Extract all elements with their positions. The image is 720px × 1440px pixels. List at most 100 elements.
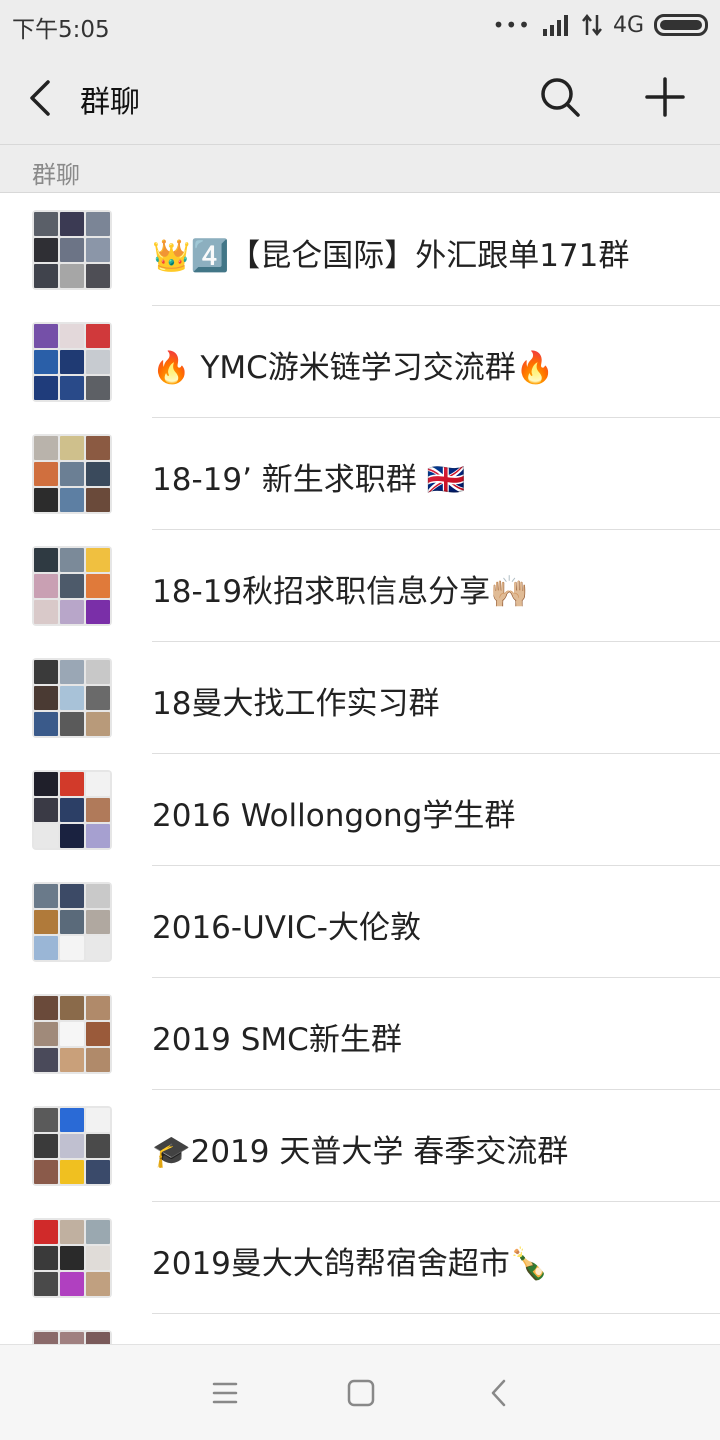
member-avatar-tile [86, 1246, 110, 1270]
group-list-item[interactable]: 🔥 YMC游米链学习交流群🔥 [0, 306, 720, 418]
plus-icon[interactable] [643, 75, 687, 119]
member-avatar-tile [86, 238, 110, 262]
group-name: 2016-UVIC-大伦敦 [152, 910, 421, 946]
member-avatar-tile [60, 910, 84, 934]
group-avatar [32, 1218, 112, 1298]
search-icon[interactable] [538, 75, 582, 119]
member-avatar-tile [60, 1332, 84, 1344]
member-avatar-tile [86, 574, 110, 598]
member-avatar-tile [60, 1246, 84, 1270]
member-avatar-tile [34, 772, 58, 796]
member-avatar-tile [86, 350, 110, 374]
group-name: 🎓2019 天普大学 春季交流群 [152, 1134, 569, 1170]
member-avatar-tile [60, 238, 84, 262]
status-indicators: ••• 4G [493, 10, 708, 40]
member-avatar-tile [34, 488, 58, 512]
home-icon[interactable] [345, 1377, 377, 1409]
member-avatar-tile [86, 1048, 110, 1072]
member-avatar-tile [60, 936, 84, 960]
member-avatar-tile [34, 600, 58, 624]
member-avatar-tile [34, 1246, 58, 1270]
member-avatar-tile [34, 686, 58, 710]
status-bar: 下午5:05 ••• 4G [0, 0, 720, 50]
member-avatar-tile [34, 1332, 58, 1344]
member-avatar-tile [34, 712, 58, 736]
group-list-item[interactable]: 🎓2019 天普大学 春季交流群 [0, 1090, 720, 1202]
group-avatar [32, 210, 112, 290]
member-avatar-tile [86, 264, 110, 288]
battery-icon [654, 14, 708, 36]
member-avatar-tile [60, 1220, 84, 1244]
group-list-item[interactable]: 18曼大找工作实习群 [0, 642, 720, 754]
member-avatar-tile [34, 884, 58, 908]
back-arrow-icon[interactable] [22, 76, 62, 120]
group-name: 18-19秋招求职信息分享🙌🏼 [152, 574, 529, 610]
group-list-item[interactable]: 2016 Wollongong学生群 [0, 754, 720, 866]
member-avatar-tile [60, 772, 84, 796]
member-avatar-tile [60, 462, 84, 486]
status-time: 下午5:05 [12, 17, 110, 43]
group-avatar [32, 322, 112, 402]
member-avatar-tile [34, 1022, 58, 1046]
member-avatar-tile [86, 212, 110, 236]
member-avatar-tile [60, 376, 84, 400]
group-name: 👑4️⃣【昆仑国际】外汇跟单171群 [152, 238, 630, 274]
member-avatar-tile [60, 350, 84, 374]
member-avatar-tile [34, 462, 58, 486]
member-avatar-tile [34, 910, 58, 934]
group-list-item[interactable]: 18-19’ 新生求职群 🇬🇧 [0, 418, 720, 530]
member-avatar-tile [34, 660, 58, 684]
member-avatar-tile [34, 1272, 58, 1296]
group-list-item[interactable]: 👑4️⃣【昆仑国际】外汇跟单171群 [0, 194, 720, 306]
menu-icon[interactable] [209, 1377, 241, 1409]
member-avatar-tile [34, 798, 58, 822]
member-avatar-tile [34, 212, 58, 236]
data-transfer-icon [581, 13, 602, 37]
group-list-item[interactable]: 2019 SMC新生群 [0, 978, 720, 1090]
member-avatar-tile [86, 600, 110, 624]
member-avatar-tile [34, 1160, 58, 1184]
member-avatar-tile [86, 462, 110, 486]
group-list-item[interactable] [0, 1314, 720, 1344]
member-avatar-tile [34, 574, 58, 598]
member-avatar-tile [86, 488, 110, 512]
member-avatar-tile [86, 936, 110, 960]
member-avatar-tile [34, 238, 58, 262]
member-avatar-tile [34, 548, 58, 572]
group-avatar [32, 882, 112, 962]
member-avatar-tile [34, 1220, 58, 1244]
back-icon[interactable] [484, 1377, 516, 1409]
group-name: 🔥 YMC游米链学习交流群🔥 [152, 350, 555, 386]
page-title: 群聊 [80, 85, 140, 120]
group-list-item[interactable]: 18-19秋招求职信息分享🙌🏼 [0, 530, 720, 642]
member-avatar-tile [60, 996, 84, 1020]
member-avatar-tile [60, 884, 84, 908]
group-list-item[interactable]: 2019曼大大鸽帮宿舍超市🍾 [0, 1202, 720, 1314]
member-avatar-tile [60, 264, 84, 288]
member-avatar-tile [60, 824, 84, 848]
member-avatar-tile [86, 996, 110, 1020]
member-avatar-tile [86, 798, 110, 822]
member-avatar-tile [60, 212, 84, 236]
member-avatar-tile [60, 712, 84, 736]
member-avatar-tile [60, 1134, 84, 1158]
group-avatar [32, 1330, 112, 1344]
section-label: 群聊 [32, 161, 80, 189]
member-avatar-tile [60, 488, 84, 512]
member-avatar-tile [86, 324, 110, 348]
member-avatar-tile [34, 1048, 58, 1072]
member-avatar-tile [86, 1220, 110, 1244]
member-avatar-tile [60, 1160, 84, 1184]
member-avatar-tile [86, 660, 110, 684]
member-avatar-tile [60, 660, 84, 684]
member-avatar-tile [60, 1108, 84, 1132]
group-name: 2016 Wollongong学生群 [152, 798, 516, 834]
member-avatar-tile [34, 996, 58, 1020]
member-avatar-tile [34, 376, 58, 400]
member-avatar-tile [86, 1022, 110, 1046]
member-avatar-tile [86, 824, 110, 848]
member-avatar-tile [60, 436, 84, 460]
member-avatar-tile [86, 712, 110, 736]
group-avatar [32, 1106, 112, 1186]
group-list-item[interactable]: 2016-UVIC-大伦敦 [0, 866, 720, 978]
